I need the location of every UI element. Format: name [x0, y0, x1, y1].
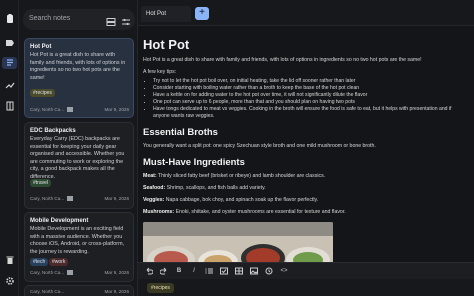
note-intro: Hot Pot is a great dish to share with fa…: [143, 57, 422, 63]
broths-text: You generally want a split pot: one spic…: [143, 143, 376, 149]
tip-item: One pot can serve up to 6 people, more t…: [153, 99, 469, 106]
note-card-body: Hot Pot is a great dish to share with fa…: [30, 52, 126, 81]
hot-pot-photo: [143, 222, 333, 262]
redo-icon[interactable]: [159, 267, 168, 275]
note-card-title: Hot Pot: [30, 44, 52, 50]
broths-heading: Essential Broths: [143, 127, 218, 138]
navigation-rail: [0, 0, 19, 296]
formatting-toolbar: B I <>: [138, 262, 474, 279]
note-card[interactable]: Cary, North Ca... Mar 9, 2026: [24, 285, 134, 296]
tips-list: Try not to let the hot pot boil over, on…: [153, 78, 469, 120]
note-card-title: EDC Backpacks: [30, 128, 76, 134]
location-text: Cary, North Ca...: [30, 196, 65, 201]
label-icon[interactable]: [4, 37, 15, 48]
table-icon[interactable]: [235, 267, 243, 275]
code-button[interactable]: <>: [280, 267, 288, 275]
location-text: Cary, North Ca...: [30, 107, 65, 112]
date-text: Mar 9, 2026: [104, 270, 129, 275]
note-card-tag: #recipes: [30, 89, 55, 97]
search-placeholder: Search notes: [29, 15, 71, 22]
date-text: Mar 9, 2026: [104, 107, 129, 112]
note-title: Hot Pot: [143, 37, 190, 52]
trash-icon[interactable]: [4, 254, 15, 265]
note-card-body: Everyday Carry (EDC) backpacks are essen…: [30, 136, 125, 180]
ingredient-line: Seafood: Shrimp, scallops, and fish ball…: [143, 185, 469, 192]
search-input[interactable]: Search notes: [23, 9, 135, 30]
italic-button[interactable]: I: [190, 267, 198, 275]
tip-item: Consider starting with boiling water rat…: [153, 85, 469, 92]
tips-heading: A few key tips:: [143, 69, 177, 75]
book-icon[interactable]: [4, 100, 15, 111]
note-card-title: Mobile Development: [30, 218, 89, 224]
settings-gear-icon[interactable]: [4, 275, 15, 286]
date-text: Mar 9, 2026: [104, 289, 129, 294]
ingredient-line: Mushrooms: Enoki, shiitake, and oyster m…: [143, 209, 469, 216]
notes-icon[interactable]: [2, 57, 17, 69]
note-tag-chip[interactable]: #recipes: [147, 283, 174, 293]
tip-item: Try not to let the hot pot boil over, on…: [153, 78, 469, 85]
note-card-tag: #travel: [30, 179, 52, 187]
history-icon[interactable]: [265, 267, 273, 275]
bold-button[interactable]: B: [175, 267, 183, 275]
checklist-icon[interactable]: [220, 267, 228, 275]
note-card-hot-pot[interactable]: Hot Pot Hot Pot is a great dish to share…: [24, 38, 134, 118]
note-card-meta: Cary, North Ca... Mar 9, 2026: [30, 270, 129, 275]
note-editor[interactable]: Hot Pot Hot Pot is a great dish to share…: [138, 26, 474, 262]
ingredient-text: Enoki, shiitake, and oyster mushrooms ar…: [175, 209, 346, 215]
ingredient-text: Thinly sliced fatty beef (brisket or rib…: [157, 173, 326, 179]
ingredient-label: Veggies:: [143, 197, 165, 203]
ingredient-text: Shrimp, scallops, and fish balls add var…: [166, 185, 266, 191]
map-icon: [67, 196, 74, 201]
note-footer: #recipes: [138, 279, 474, 296]
date-text: Mar 9, 2026: [104, 196, 129, 201]
note-card-tag: #work: [49, 258, 69, 266]
map-icon: [67, 107, 74, 112]
app-logo-icon: [4, 13, 15, 24]
new-tab-button[interactable]: +: [195, 7, 209, 20]
location-text: Cary, North Ca...: [30, 289, 65, 294]
ingredients-heading: Must-Have Ingredients: [143, 157, 245, 168]
note-card-meta: Cary, North Ca... Mar 9, 2026: [30, 289, 129, 294]
notes-list-panel: Search notes Hot Pot Hot Pot is a great …: [19, 0, 138, 296]
note-card-meta: Cary, North Ca... Mar 9, 2026: [30, 107, 129, 112]
location-text: Cary, North Ca...: [30, 270, 65, 275]
note-card-edc-backpacks[interactable]: EDC Backpacks Everyday Carry (EDC) backp…: [24, 122, 134, 209]
ingredient-label: Meat:: [143, 173, 157, 179]
tip-item: Have a kettle on for adding water to the…: [153, 92, 469, 99]
map-icon: [67, 270, 74, 275]
note-card-meta: Cary, North Ca... Mar 9, 2026: [30, 196, 129, 201]
ingredient-label: Mushrooms:: [143, 209, 175, 215]
note-card-tag: #tech: [30, 258, 49, 266]
filter-icon[interactable]: [121, 14, 131, 26]
view-toggle-icon[interactable]: [106, 14, 116, 26]
ingredient-label: Seafood:: [143, 185, 166, 191]
ingredient-line: Veggies: Napa cabbage, bok choy, and spi…: [143, 197, 469, 204]
image-icon[interactable]: [250, 267, 258, 275]
undo-icon[interactable]: [145, 267, 154, 275]
ingredient-text: Napa cabbage, bok choy, and spinach soak…: [165, 197, 319, 203]
note-card-mobile-development[interactable]: Mobile Development Mobile Development is…: [24, 212, 134, 282]
tab-hot-pot[interactable]: Hot Pot: [141, 6, 191, 22]
trend-icon[interactable]: [4, 79, 15, 90]
bullet-list-icon[interactable]: [205, 267, 213, 275]
tab-bar: Hot Pot +: [138, 0, 474, 26]
note-card-body: Mobile Development is an exciting field …: [30, 226, 125, 255]
ingredient-line: Meat: Thinly sliced fatty beef (brisket …: [143, 173, 469, 180]
tip-item: Have tongs dedicated to meat vs veggies.…: [153, 106, 469, 120]
